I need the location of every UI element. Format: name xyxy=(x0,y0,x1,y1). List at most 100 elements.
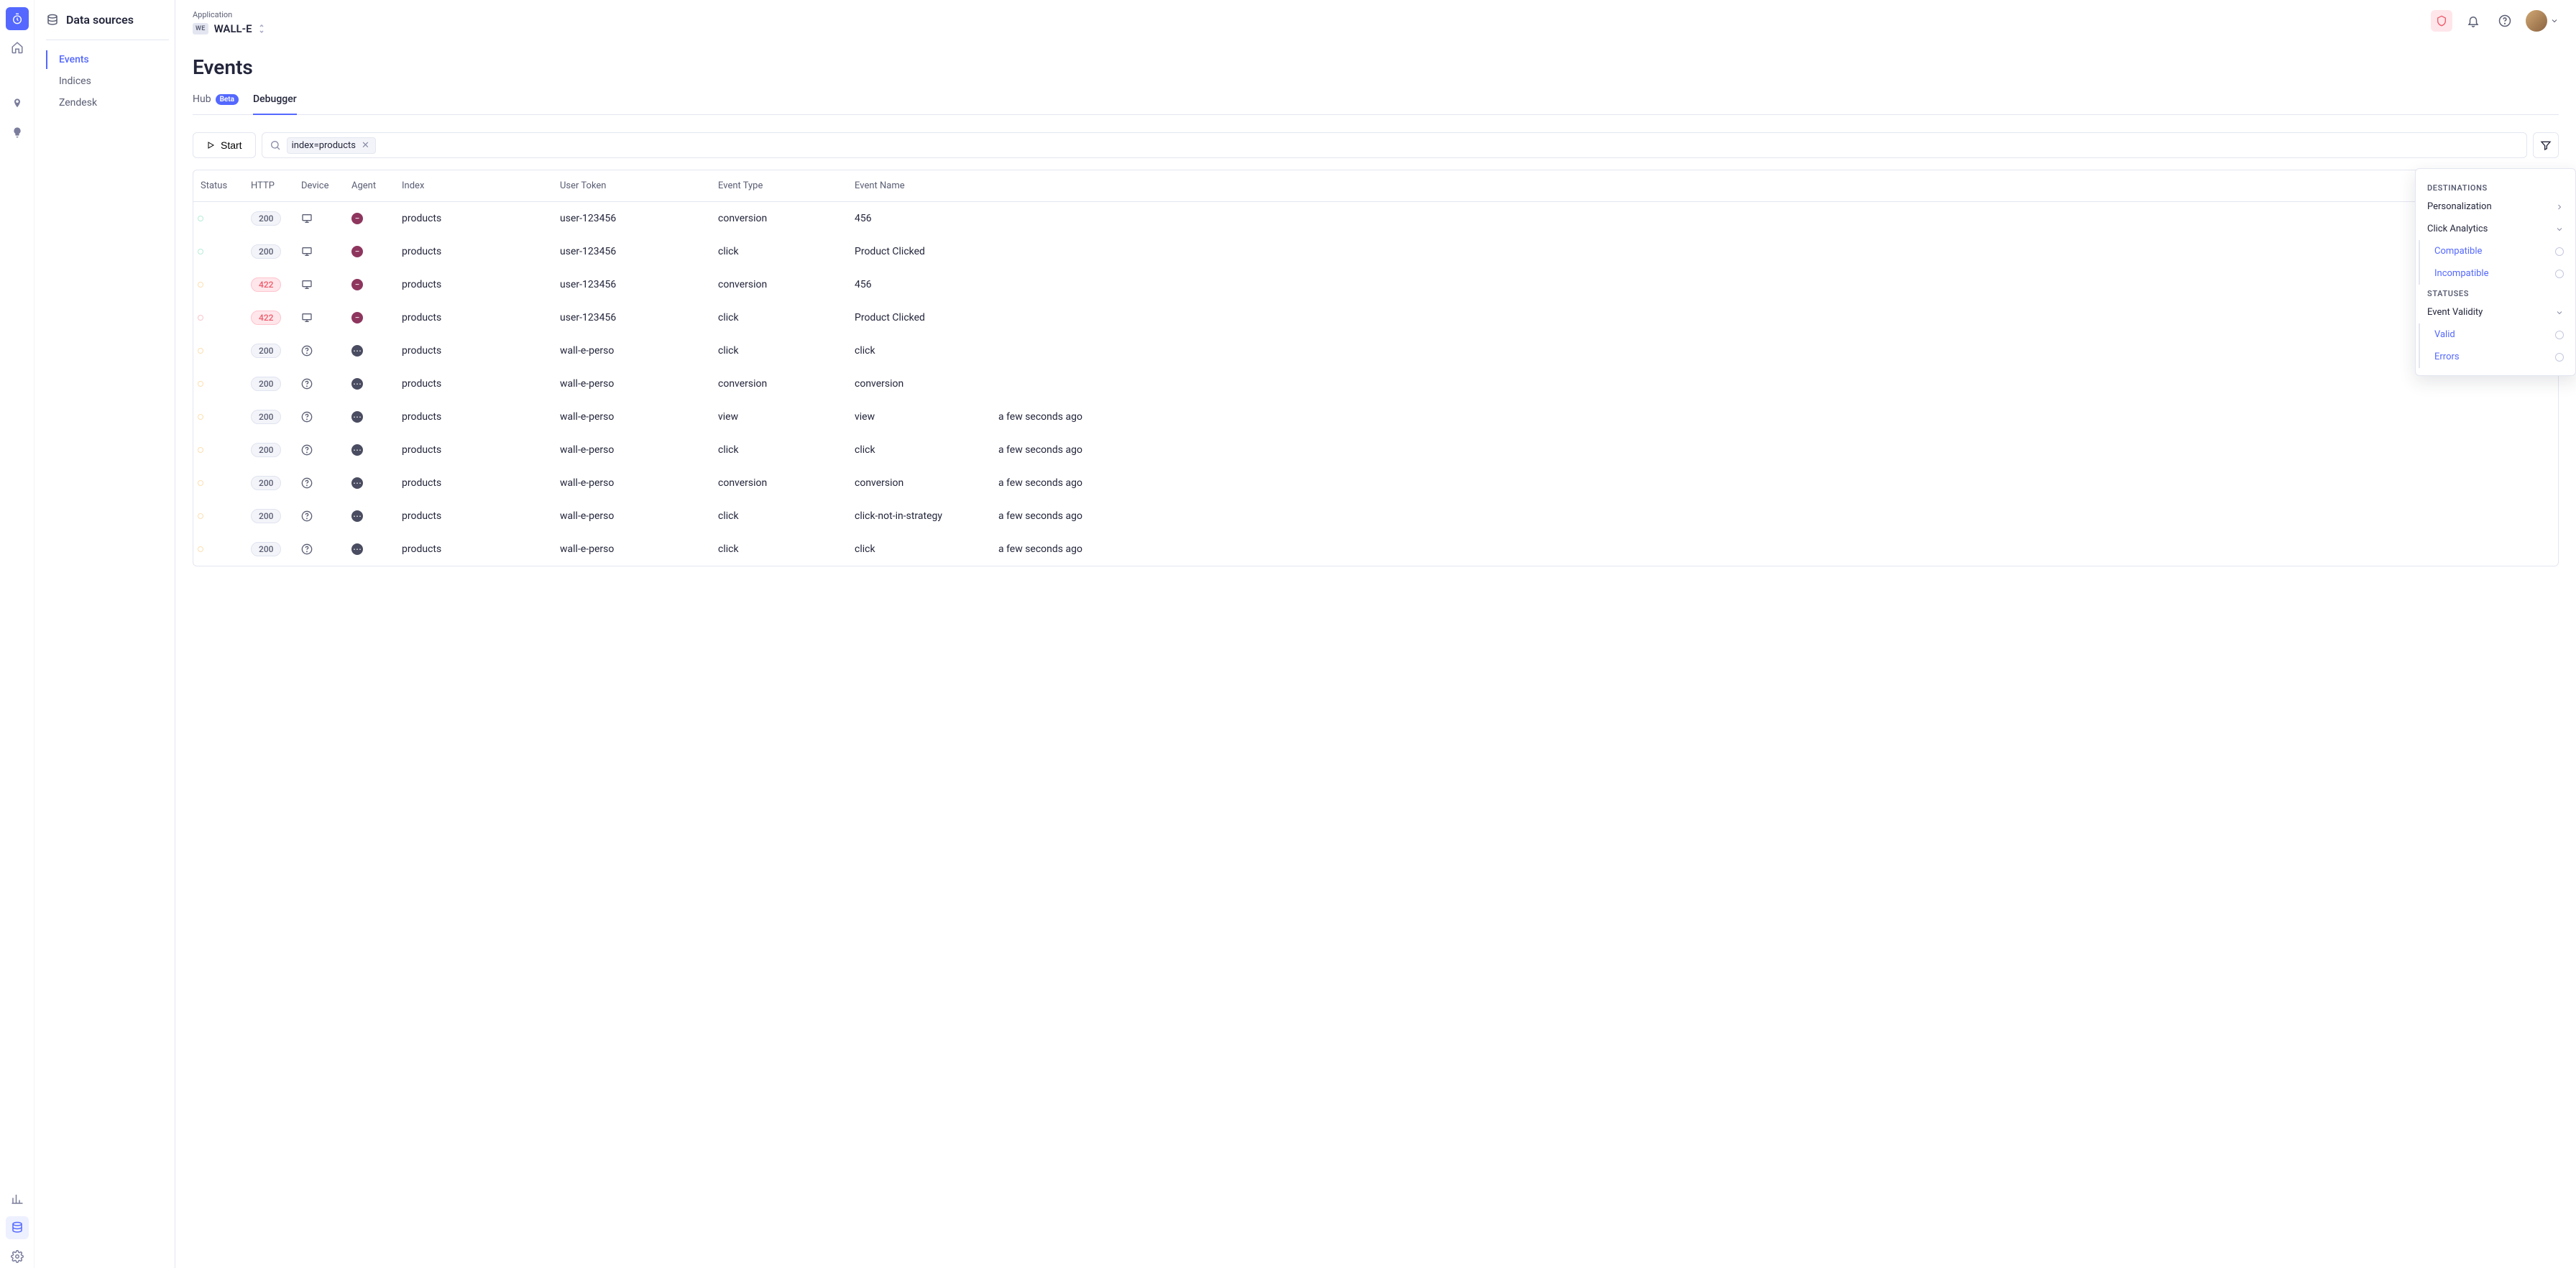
table-row[interactable]: 200−productsuser-123456clickProduct Clic… xyxy=(193,235,2558,268)
cell-eventType: conversion xyxy=(718,279,855,290)
desktop-icon xyxy=(301,279,351,290)
search-input-wrap[interactable]: index=products ✕ xyxy=(262,132,2527,158)
shield-alert-icon[interactable] xyxy=(2431,10,2452,32)
cell-time: a few seconds ago xyxy=(998,510,2551,522)
bar-chart-icon[interactable] xyxy=(6,1187,29,1210)
cell-userToken: wall-e-perso xyxy=(560,543,718,555)
agent-icon: − xyxy=(351,213,363,224)
popover-section-destinations: DESTINATIONS xyxy=(2416,179,2575,196)
cell-eventType: conversion xyxy=(718,477,855,489)
tab-hub[interactable]: HubBeta xyxy=(193,88,239,115)
http-status-pill: 200 xyxy=(251,410,281,424)
database-icon[interactable] xyxy=(6,1216,29,1239)
cell-userToken: wall-e-perso xyxy=(560,477,718,489)
play-icon xyxy=(206,141,215,150)
table-row[interactable]: 200⋯productswall-e-persoclickclicka few … xyxy=(193,533,2558,566)
filter-popover: DESTINATIONS Personalization Click Analy… xyxy=(2415,168,2576,376)
filter-chip: index=products ✕ xyxy=(287,137,376,154)
http-status-pill: 422 xyxy=(251,311,281,325)
help-icon[interactable] xyxy=(2494,10,2516,32)
popover-event-validity[interactable]: Event Validity xyxy=(2416,301,2575,323)
tab-debugger[interactable]: Debugger xyxy=(253,88,297,115)
start-button-label: Start xyxy=(221,139,242,151)
database-icon xyxy=(46,14,59,27)
cell-userToken: wall-e-perso xyxy=(560,378,718,390)
cell-time: a few seconds ago xyxy=(998,477,2551,489)
question-icon xyxy=(301,510,351,522)
app-selector[interactable]: Application WE WALL-E xyxy=(193,10,265,35)
http-status-pill: 200 xyxy=(251,377,281,391)
column-header: Event Name xyxy=(855,180,998,191)
cell-eventName: click xyxy=(855,444,998,456)
table-row[interactable]: 200⋯productswall-e-persoviewviewa few se… xyxy=(193,400,2558,433)
sidebar-item-indices[interactable]: Indices xyxy=(46,72,169,91)
events-table: StatusHTTPDeviceAgentIndexUser TokenEven… xyxy=(193,170,2559,566)
column-header: Event Type xyxy=(718,180,855,191)
popover-personalization[interactable]: Personalization xyxy=(2416,196,2575,218)
cell-eventType: conversion xyxy=(718,378,855,390)
cell-time: a few seconds ago xyxy=(998,543,2551,555)
desktop-icon xyxy=(301,246,351,257)
cell-userToken: user-123456 xyxy=(560,312,718,323)
table-row[interactable]: 200⋯productswall-e-persoclickclick-not-i… xyxy=(193,500,2558,533)
logo-icon[interactable] xyxy=(6,7,29,30)
home-icon[interactable] xyxy=(6,36,29,59)
question-icon xyxy=(301,411,351,423)
table-row[interactable]: 422−productsuser-123456clickProduct Clic… xyxy=(193,301,2558,334)
question-icon xyxy=(301,444,351,456)
table-row[interactable]: 200⋯productswall-e-persoconversionconver… xyxy=(193,467,2558,500)
chevron-down-icon xyxy=(2550,17,2559,25)
cell-index: products xyxy=(402,543,560,555)
popover-errors[interactable]: Errors xyxy=(2420,346,2575,368)
popover-valid[interactable]: Valid xyxy=(2420,323,2575,346)
icon-rail xyxy=(0,0,34,1268)
http-status-pill: 200 xyxy=(251,443,281,457)
cell-eventName: 456 xyxy=(855,279,998,290)
table-row[interactable]: 200⋯productswall-e-persoconversionconver… xyxy=(193,367,2558,400)
popover-compatible[interactable]: Compatible xyxy=(2420,240,2575,262)
agent-icon: ⋯ xyxy=(351,345,363,357)
search-input[interactable] xyxy=(382,139,2519,152)
cell-userToken: user-123456 xyxy=(560,246,718,257)
cell-time: a few seconds ago xyxy=(998,411,2551,423)
cell-eventName: Product Clicked xyxy=(855,312,998,323)
cell-eventName: 456 xyxy=(855,213,998,224)
pin-icon[interactable] xyxy=(6,92,29,115)
sidebar-title: Data sources xyxy=(46,13,169,27)
cell-userToken: user-123456 xyxy=(560,213,718,224)
bell-icon[interactable] xyxy=(2462,10,2484,32)
table-row[interactable]: 200⋯productswall-e-persoclickclick xyxy=(193,334,2558,367)
cell-eventName: conversion xyxy=(855,378,998,390)
user-menu[interactable] xyxy=(2526,10,2559,32)
filter-button[interactable] xyxy=(2533,132,2559,158)
popover-incompatible[interactable]: Incompatible xyxy=(2420,262,2575,285)
column-header: Index xyxy=(402,180,560,191)
agent-icon: − xyxy=(351,312,363,323)
table-row[interactable]: 200−productsuser-123456conversion456 xyxy=(193,202,2558,235)
agent-icon: − xyxy=(351,246,363,257)
sidebar-item-zendesk[interactable]: Zendesk xyxy=(46,93,169,112)
question-icon xyxy=(301,378,351,390)
cell-eventName: conversion xyxy=(855,477,998,489)
cell-index: products xyxy=(402,279,560,290)
column-header: Status xyxy=(201,180,251,191)
table-row[interactable]: 422−productsuser-123456conversion456 xyxy=(193,268,2558,301)
app-badge: WE xyxy=(193,23,208,35)
radio-icon xyxy=(2555,331,2564,339)
cell-index: products xyxy=(402,312,560,323)
sidebar-item-events[interactable]: Events xyxy=(46,50,169,69)
cell-eventType: click xyxy=(718,444,855,456)
gear-icon[interactable] xyxy=(6,1245,29,1268)
table-row[interactable]: 200⋯productswall-e-persoclickclicka few … xyxy=(193,433,2558,467)
popover-click-analytics[interactable]: Click Analytics xyxy=(2416,218,2575,240)
cell-userToken: user-123456 xyxy=(560,279,718,290)
agent-icon: ⋯ xyxy=(351,510,363,522)
start-button[interactable]: Start xyxy=(193,132,256,158)
chip-remove-icon[interactable]: ✕ xyxy=(360,140,371,151)
radio-icon xyxy=(2555,353,2564,362)
bulb-icon[interactable] xyxy=(6,121,29,144)
page-title: Events xyxy=(193,55,2559,79)
toolbar: Start index=products ✕ xyxy=(193,132,2559,158)
table-header: StatusHTTPDeviceAgentIndexUser TokenEven… xyxy=(193,170,2558,202)
cell-index: products xyxy=(402,345,560,357)
